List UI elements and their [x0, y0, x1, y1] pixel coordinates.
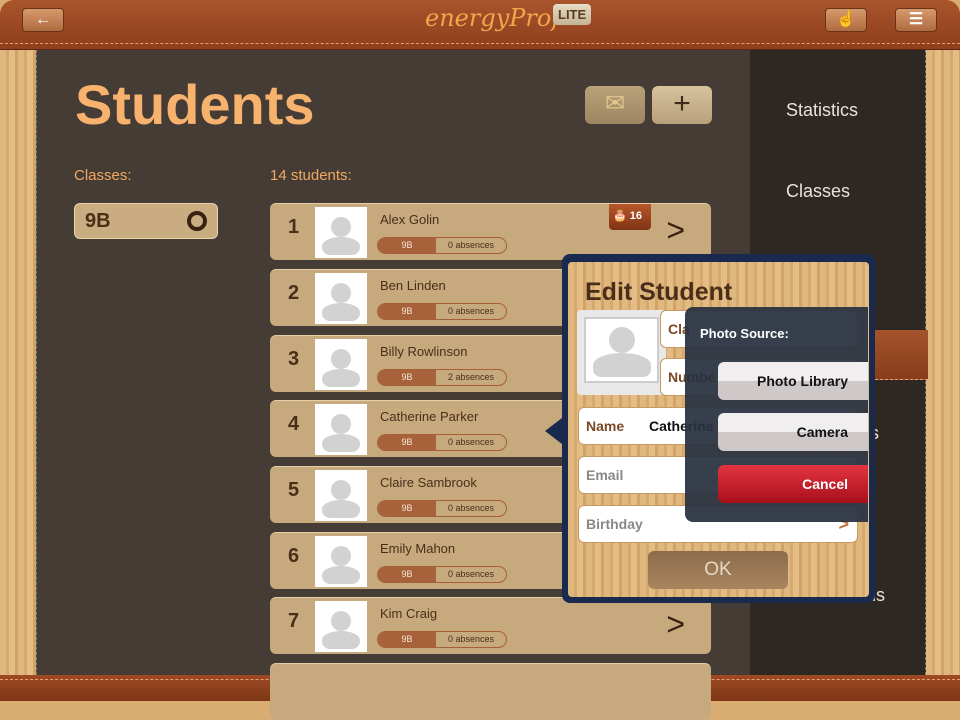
birthday-badge: 🎂 16	[609, 204, 651, 230]
lite-badge: LITE	[553, 4, 592, 25]
student-name: Catherine Parker	[380, 409, 479, 424]
email-placeholder: Email	[586, 467, 624, 483]
student-status-pill: 9B 0 absences	[377, 500, 507, 517]
ok-button[interactable]: OK	[648, 551, 788, 589]
student-absences: 0 absences	[447, 306, 495, 316]
sidebar-selected-tab[interactable]	[870, 330, 928, 380]
sidebar-item-classes[interactable]: Classes	[786, 181, 850, 202]
student-status-pill: 9B 0 absences	[377, 434, 507, 451]
class-item-9b[interactable]: 9B	[74, 203, 218, 239]
add-student-button[interactable]: +	[652, 86, 712, 124]
back-button[interactable]: ←	[22, 8, 64, 32]
student-number: 5	[288, 479, 300, 501]
student-avatar	[315, 339, 367, 390]
student-row[interactable]: 1 Alex Golin 9B 0 absences 🎂 16 >	[270, 203, 711, 260]
chevron-right-icon[interactable]: >	[666, 606, 685, 643]
student-avatar	[315, 536, 367, 587]
radio-selected-icon	[187, 211, 207, 231]
name-field-label: Name	[586, 418, 625, 434]
student-avatar	[315, 601, 367, 652]
student-avatar	[315, 273, 367, 324]
student-status-pill: 9B 0 absences	[377, 303, 507, 320]
classes-label: Classes:	[74, 167, 132, 184]
class-name: 9B	[85, 210, 111, 232]
cancel-button[interactable]: Cancel	[718, 465, 868, 503]
student-number: 7	[288, 610, 300, 632]
student-avatar	[315, 470, 367, 521]
student-number: 6	[288, 545, 300, 567]
student-class: 9B	[378, 238, 436, 253]
student-row[interactable]: 7 Kim Craig 9B 0 absences >	[270, 597, 711, 654]
birthday-label: Birthday	[586, 516, 643, 532]
student-avatar	[315, 207, 367, 258]
app-logo: energyProf	[425, 4, 561, 32]
student-number: 3	[288, 348, 300, 370]
student-name: Billy Rowlinson	[380, 344, 468, 359]
student-number: 2	[288, 282, 300, 304]
student-status-pill: 9B 0 absences	[377, 237, 507, 254]
student-status-pill: 9B 2 absences	[377, 369, 507, 386]
student-absences: 2 absences	[447, 372, 495, 382]
student-absences: 0 absences	[447, 569, 495, 579]
wood-border-right	[926, 50, 960, 675]
hand-pointer-icon: ☝	[836, 11, 856, 28]
photo-library-button[interactable]: Photo Library	[718, 362, 868, 400]
student-absences: 0 absences	[447, 503, 495, 513]
student-absences: 0 absences	[447, 437, 495, 447]
menu-button[interactable]: ☰	[895, 8, 937, 32]
wood-border-left	[0, 50, 36, 675]
student-absences: 0 absences	[447, 240, 495, 250]
page-title: Students	[75, 73, 315, 136]
edit-student-title: Edit Student	[585, 278, 733, 306]
envelope-icon: ✉	[604, 90, 626, 117]
mail-button[interactable]: ✉	[585, 86, 645, 124]
student-class: 9B	[378, 304, 436, 319]
students-count-label: 14 students:	[270, 167, 352, 184]
student-status-pill: 9B 0 absences	[377, 631, 507, 648]
student-class: 9B	[378, 370, 436, 385]
student-name: Kim Craig	[380, 606, 438, 621]
top-bar: ← energyProf LITE ☝ ☰	[0, 0, 960, 50]
student-class: 9B	[378, 435, 436, 450]
student-absences: 0 absences	[447, 634, 495, 644]
student-class: 9B	[378, 567, 436, 582]
arrow-left-icon: ←	[35, 11, 51, 28]
student-number: 1	[288, 216, 300, 238]
student-name: Emily Mahon	[380, 541, 456, 556]
student-avatar	[315, 404, 367, 455]
student-photo-button[interactable]	[577, 310, 666, 395]
chevron-right-icon[interactable]: >	[666, 212, 685, 249]
student-number: 4	[288, 413, 300, 435]
sidebar-item-statistics[interactable]: Statistics	[786, 100, 858, 121]
popover-arrow	[545, 418, 562, 444]
student-name: Ben Linden	[380, 278, 446, 293]
photo-source-title: Photo Source:	[700, 326, 789, 341]
student-name: Claire Sambrook	[380, 475, 477, 490]
touch-button[interactable]: ☝	[825, 8, 867, 32]
student-status-pill: 9B 0 absences	[377, 566, 507, 583]
student-class: 9B	[378, 632, 436, 647]
hamburger-menu-icon: ☰	[908, 11, 924, 28]
camera-button[interactable]: Camera	[718, 413, 868, 451]
cake-icon: 🎂	[613, 210, 627, 222]
student-row[interactable]	[270, 663, 711, 720]
student-class: 9B	[378, 501, 436, 516]
birthday-age: 16	[629, 210, 643, 222]
student-name: Alex Golin	[380, 212, 440, 227]
